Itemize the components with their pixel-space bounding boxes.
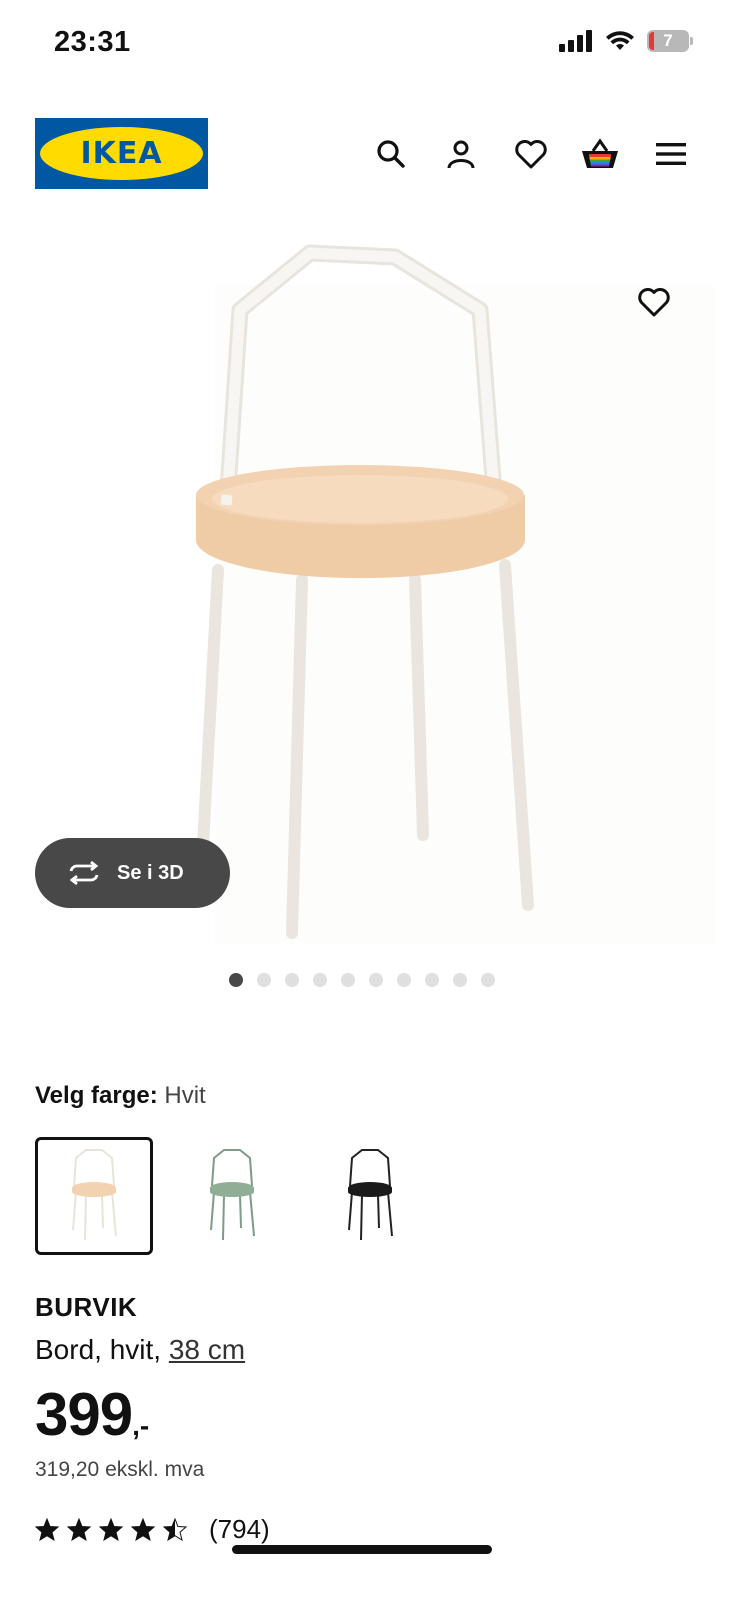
heart-icon (638, 288, 670, 317)
pagination-dot[interactable] (369, 973, 383, 987)
battery-icon: 7 (647, 30, 689, 52)
swatch-table-image (348, 1149, 393, 1241)
product-price: 399,- (35, 1380, 149, 1449)
color-swatches (35, 1137, 429, 1255)
star-icon (99, 1518, 123, 1541)
rating-count: (794) (209, 1514, 270, 1544)
pagination-dot[interactable] (285, 973, 299, 987)
heart-icon[interactable] (511, 134, 551, 174)
rotate-3d-icon (69, 861, 99, 885)
search-icon[interactable] (371, 134, 411, 174)
price-main: 399 (35, 1381, 133, 1448)
account-icon[interactable] (441, 134, 481, 174)
price-excl-vat: 319,20 ekskl. mva (35, 1458, 205, 1481)
color-label-text: Velg farge: (35, 1082, 158, 1109)
view-in-3d-label: Se i 3D (117, 861, 184, 884)
status-icons: 7 (559, 30, 693, 52)
pagination-dot[interactable] (397, 973, 411, 987)
ikea-logo[interactable]: IKEA (35, 118, 208, 189)
selected-color-value: Hvit (164, 1082, 206, 1109)
size-link[interactable]: 38 cm (169, 1334, 245, 1365)
product-description-text: Bord, hvit, (35, 1334, 169, 1365)
star-icon (131, 1518, 155, 1541)
color-swatch[interactable] (311, 1137, 429, 1255)
color-swatch[interactable] (173, 1137, 291, 1255)
product-rating[interactable]: (794) (35, 1514, 270, 1545)
cellular-signal-icon (559, 30, 592, 52)
star-icon (35, 1518, 59, 1541)
swatch-table-image (72, 1149, 117, 1241)
status-time: 23:31 (54, 26, 131, 58)
home-indicator (232, 1545, 492, 1554)
basket-icon[interactable] (580, 134, 620, 174)
product-name: BURVIK (35, 1292, 138, 1322)
add-to-wishlist-button[interactable] (632, 280, 676, 324)
pagination-dot[interactable] (229, 973, 243, 987)
pagination-dot[interactable] (257, 973, 271, 987)
color-picker-label: Velg farge: Hvit (35, 1082, 206, 1110)
pagination-dot[interactable] (313, 973, 327, 987)
color-swatch[interactable] (35, 1137, 153, 1255)
status-bar: 23:31 7 (0, 0, 739, 90)
pagination-dot[interactable] (453, 973, 467, 987)
pagination-dot[interactable] (425, 973, 439, 987)
logo-text: IKEA (80, 136, 163, 171)
price-suffix: ,- (132, 1410, 150, 1441)
swatch-table-image (210, 1149, 255, 1241)
star-icon (163, 1518, 187, 1541)
site-header: IKEA (0, 118, 739, 190)
product-description: Bord, hvit, 38 cm (35, 1334, 245, 1366)
image-pagination (229, 973, 495, 987)
pagination-dot[interactable] (481, 973, 495, 987)
menu-icon[interactable] (651, 134, 691, 174)
battery-level: 7 (663, 31, 673, 50)
rating-stars (35, 1518, 187, 1541)
wifi-icon (606, 31, 634, 50)
star-icon (67, 1518, 91, 1541)
view-in-3d-button[interactable]: Se i 3D (35, 838, 230, 908)
pagination-dot[interactable] (341, 973, 355, 987)
